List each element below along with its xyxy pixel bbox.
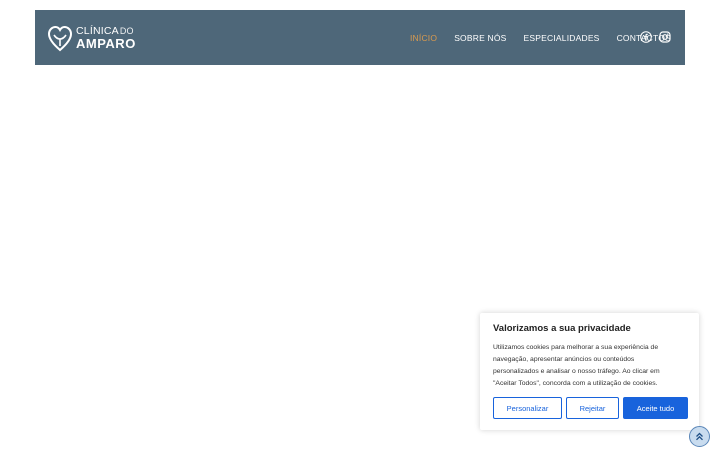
cookie-buttons: Personalizar Rejeitar Aceite tudo bbox=[493, 397, 688, 419]
social-links bbox=[640, 31, 678, 43]
cookie-consent-banner: Valorizamos a sua privacidade Utilizamos… bbox=[480, 313, 699, 430]
logo-word-clinica: CLÍNICA bbox=[76, 24, 119, 37]
customize-button[interactable]: Personalizar bbox=[493, 397, 562, 419]
site-logo[interactable]: CLÍNICA DO AMPARO bbox=[47, 23, 136, 53]
site-header: CLÍNICA DO AMPARO INÍCIO SOBRE NÓS ESPEC… bbox=[35, 10, 685, 65]
facebook-icon[interactable] bbox=[640, 31, 652, 43]
double-chevron-up-icon bbox=[696, 432, 703, 441]
cookie-description: Utilizamos cookies para melhorar a sua e… bbox=[493, 344, 660, 387]
scroll-to-top-button[interactable] bbox=[689, 426, 710, 447]
accept-all-button[interactable]: Aceite tudo bbox=[623, 397, 688, 419]
nav-item-sobre-nos[interactable]: SOBRE NÓS bbox=[454, 33, 506, 43]
heart-hands-logo-icon bbox=[47, 25, 73, 52]
nav-item-especialidades[interactable]: ESPECIALIDADES bbox=[524, 33, 600, 43]
logo-text: CLÍNICA DO AMPARO bbox=[76, 26, 136, 51]
reject-button[interactable]: Rejeitar bbox=[566, 397, 619, 419]
logo-word-do: DO bbox=[119, 25, 134, 36]
instagram-icon[interactable] bbox=[659, 31, 671, 43]
logo-word-amparo: AMPARO bbox=[76, 36, 136, 52]
cookie-title: Valorizamos a sua privacidade bbox=[493, 323, 631, 334]
nav-item-inicio[interactable]: INÍCIO bbox=[410, 33, 437, 43]
